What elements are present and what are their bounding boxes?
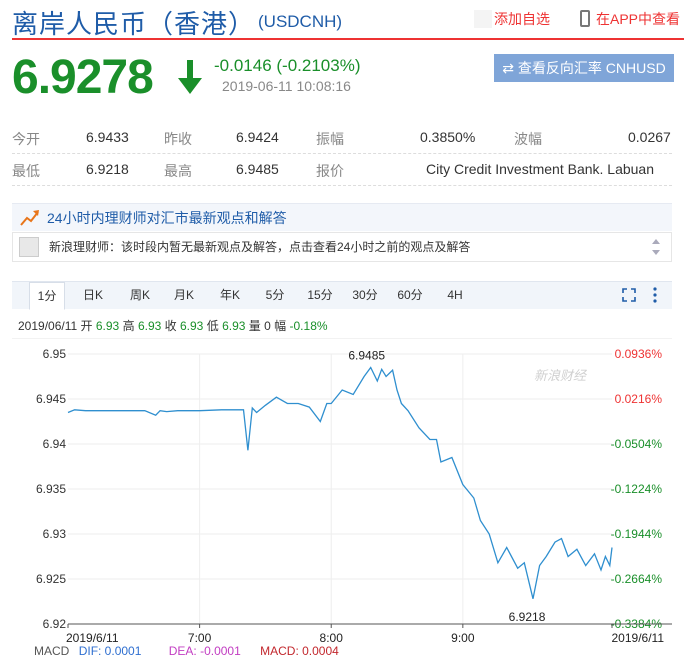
fullscreen-icon[interactable] xyxy=(622,288,636,302)
ohlc-high: 6.93 xyxy=(137,319,162,333)
y-tick-label-right: -0.0504% xyxy=(611,437,663,451)
range-label: 波幅 xyxy=(514,131,542,147)
y-tick-label: 6.945 xyxy=(36,392,66,406)
price-series-line xyxy=(67,366,613,599)
x-tick-label: 2019/6/11 xyxy=(66,631,119,645)
low-label: 最低 xyxy=(12,163,40,179)
y-tick-label-right: -0.1944% xyxy=(611,527,663,541)
advisor-body-text: 新浪理财师：该时段内暂无最新观点及解答，点击查看24小时之前的观点及解答 xyxy=(49,240,471,254)
high-point-label: 6.9485 xyxy=(348,349,385,363)
ohlc-date: 2019/06/11 xyxy=(18,319,78,333)
ohlc-amp: -0.18% xyxy=(289,319,328,333)
y-tick-label-right: -0.2664% xyxy=(611,572,663,586)
ohlc-open-label: 开 xyxy=(80,319,93,333)
chart-tabs: 1分 日K 周K 月K 年K 5分 15分 30分 60分 4H xyxy=(12,281,672,310)
ohlc-high-label: 高 xyxy=(122,319,135,333)
range-value: 0.0267 xyxy=(628,129,671,145)
open-label: 今开 xyxy=(12,131,40,147)
prev-close-value: 6.9424 xyxy=(236,129,279,145)
advisor-message[interactable]: 新浪理财师：该时段内暂无最新观点及解答，点击查看24小时之前的观点及解答 xyxy=(12,232,672,262)
avatar xyxy=(19,237,39,257)
open-value: 6.9433 xyxy=(86,129,129,145)
view-in-app-label: 在APP中查看 xyxy=(596,11,681,27)
tab-daily[interactable]: 日K xyxy=(78,282,108,310)
tab-monthly[interactable]: 月K xyxy=(169,282,199,310)
phone-icon xyxy=(580,10,590,27)
x-tick-label: 8:00 xyxy=(320,631,344,645)
y-tick-label: 6.92 xyxy=(43,617,67,631)
y-tick-label: 6.94 xyxy=(43,437,67,451)
symbol-code: (USDCNH) xyxy=(258,12,343,31)
ohlc-vol: 0 xyxy=(264,319,271,333)
quoter-label: 报价 xyxy=(316,163,344,179)
advisor-title: 24小时内理财师对汇市最新观点和解答 xyxy=(47,210,287,226)
ohlc-summary: 2019/06/11 开 6.93 高 6.93 收 6.93 低 6.93 量… xyxy=(18,317,328,334)
tab-yearly[interactable]: 年K xyxy=(215,282,245,310)
page-header: 离岸人民币（香港） (USDCNH) 添加自选 在APP中查看 xyxy=(12,0,684,40)
ohlc-vol-label: 量 xyxy=(248,319,261,333)
tab-5min[interactable]: 5分 xyxy=(260,282,290,310)
page-title: 离岸人民币（香港） xyxy=(12,10,256,40)
tab-30min[interactable]: 30分 xyxy=(348,282,382,310)
x-tick-label: 7:00 xyxy=(188,631,212,645)
info-row: 最低 6.9218 最高 6.9485 报价 City Credit Inves… xyxy=(12,154,672,186)
y-tick-label: 6.95 xyxy=(43,347,67,361)
quote-timestamp: 2019-06-11 10:08:16 xyxy=(222,78,351,94)
y-tick-label-right: 0.0936% xyxy=(615,347,663,361)
tab-weekly[interactable]: 周K xyxy=(125,282,155,310)
amplitude-value: 0.3850% xyxy=(420,129,476,145)
low-value: 6.9218 xyxy=(86,161,129,177)
macd-legend: MACD DIF: 0.0001 DEA: -0.0001 MACD: 0.00… xyxy=(34,644,339,656)
view-in-app-link[interactable]: 在APP中查看 xyxy=(580,8,680,30)
macd-dif: DIF: 0.0001 xyxy=(78,644,142,656)
y-tick-label-right: 0.0216% xyxy=(615,392,663,406)
ohlc-open: 6.93 xyxy=(95,319,120,333)
quoter-value: City Credit Investment Bank. Labuan xyxy=(426,161,655,177)
tab-15min[interactable]: 15分 xyxy=(303,282,337,310)
chart-watermark: 新浪财经 xyxy=(534,368,588,384)
ohlc-close: 6.93 xyxy=(180,319,204,333)
high-label: 最高 xyxy=(164,163,192,179)
current-price: 6.9278 xyxy=(12,51,154,104)
x-tick-label: 9:00 xyxy=(451,631,475,645)
y-tick-label: 6.925 xyxy=(36,572,66,586)
amplitude-label: 振幅 xyxy=(316,131,344,147)
more-menu-icon[interactable] xyxy=(652,286,658,304)
macd-label: MACD xyxy=(34,644,70,656)
trend-up-icon xyxy=(20,210,39,226)
info-row: 今开 6.9433 昨收 6.9424 振幅 0.3850% 波幅 0.0267 xyxy=(12,122,672,154)
ohlc-low: 6.93 xyxy=(222,319,246,333)
scroll-arrows-icon[interactable] xyxy=(651,237,661,257)
ohlc-low-label: 低 xyxy=(206,319,219,333)
tab-1min[interactable]: 1分 xyxy=(29,282,65,310)
tab-60min[interactable]: 60分 xyxy=(393,282,427,310)
add-favorite-button[interactable]: 添加自选 xyxy=(474,8,554,30)
price-chart[interactable]: 新浪财经 6.95 0.0936% 6.945 0.0216% 6.94 -0.0504% 6… xyxy=(0,338,694,656)
ohlc-amp-label: 幅 xyxy=(274,319,287,333)
y-tick-label: 6.93 xyxy=(43,527,67,541)
high-value: 6.9485 xyxy=(236,161,279,177)
reverse-rate-button[interactable]: ⇄ 查看反向汇率 CNHUSD xyxy=(494,54,674,82)
ohlc-close-label: 收 xyxy=(164,319,177,333)
low-point-label: 6.9218 xyxy=(509,610,546,624)
down-arrow-icon xyxy=(178,60,202,94)
macd-value: MACD: 0.0004 xyxy=(260,644,339,656)
macd-dea: DEA: -0.0001 xyxy=(168,644,241,656)
tab-4h[interactable]: 4H xyxy=(440,282,470,310)
prev-close-label: 昨收 xyxy=(164,131,192,147)
x-tick-label: 2019/6/11 xyxy=(612,631,665,645)
y-tick-label-right: -0.1224% xyxy=(611,482,663,496)
advisor-header-link[interactable]: 24小时内理财师对汇市最新观点和解答 xyxy=(12,203,672,231)
y-tick-label: 6.935 xyxy=(36,482,66,496)
price-change: -0.0146 (-0.2103%) xyxy=(214,56,361,75)
